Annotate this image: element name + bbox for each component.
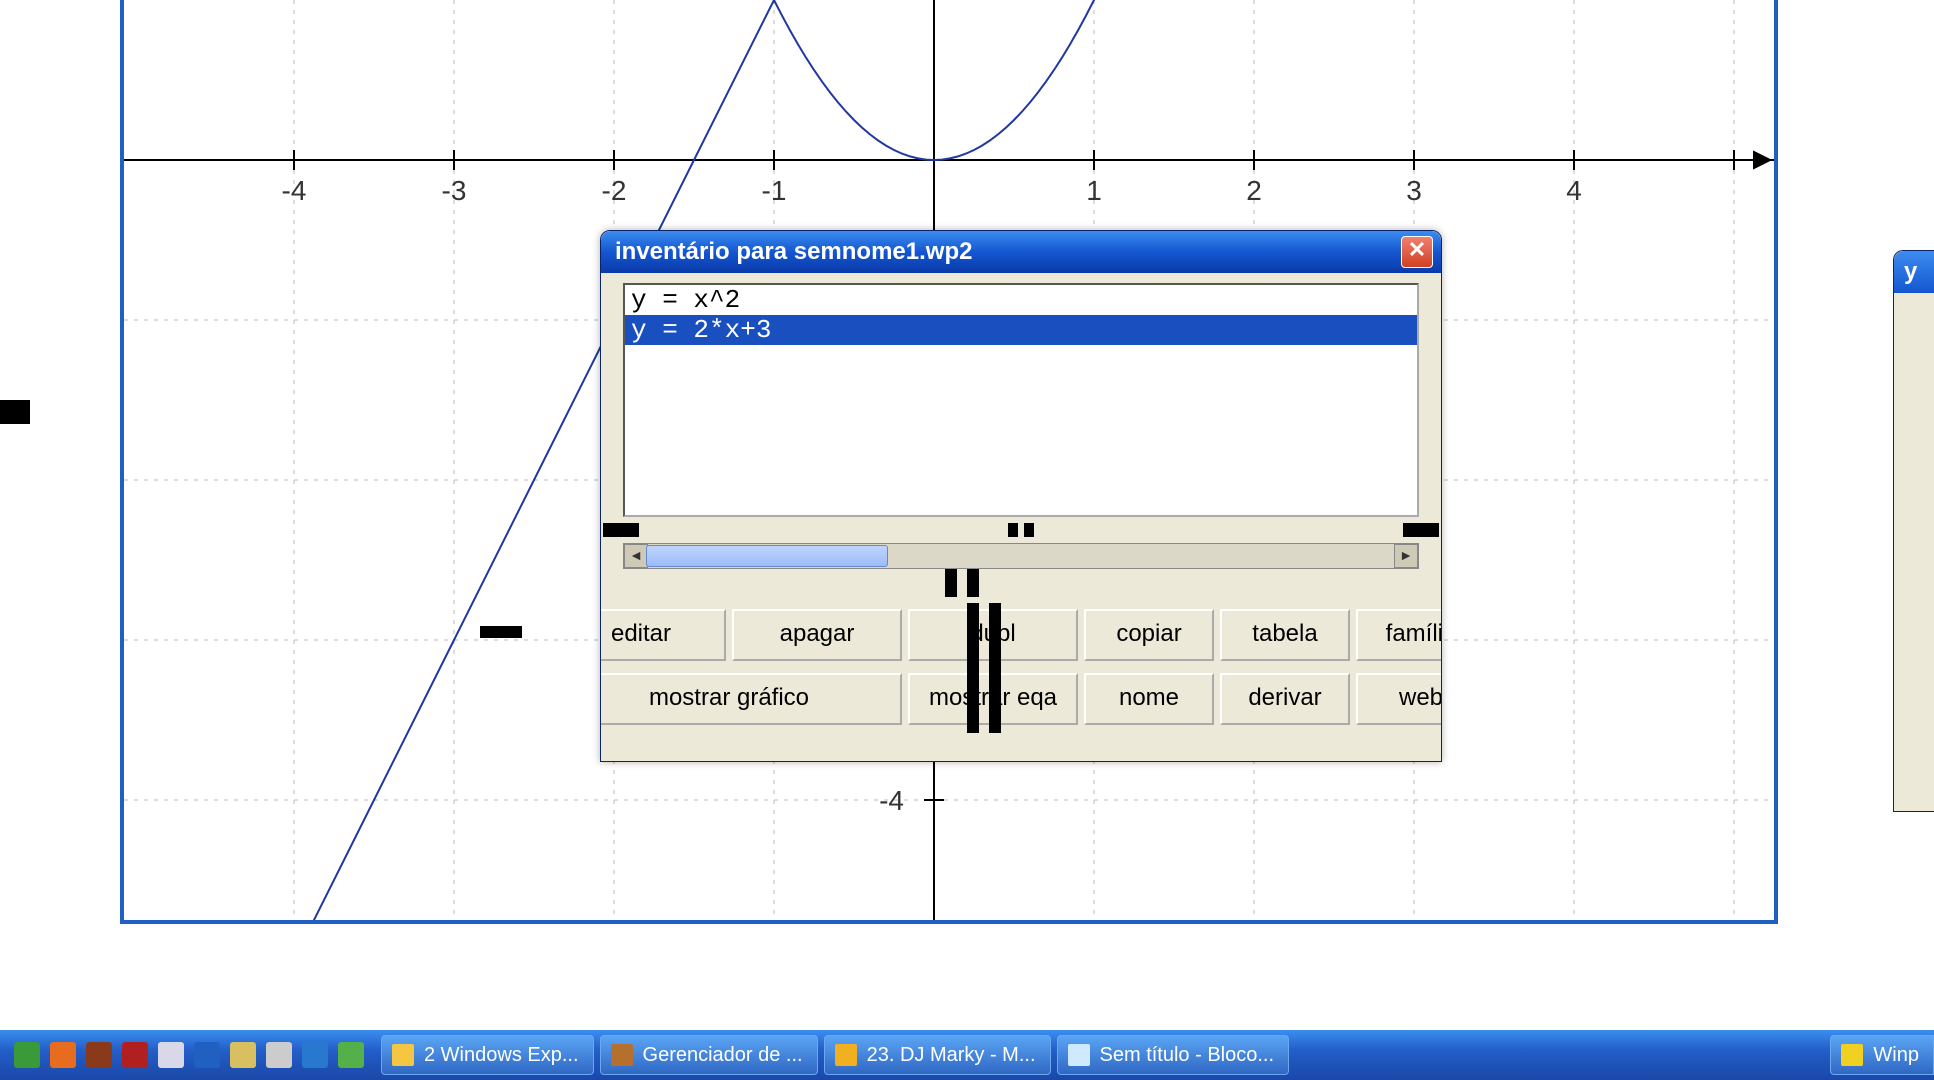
close-button[interactable]: ✕ (1401, 236, 1433, 268)
equation-list[interactable]: y = x^2 y = 2*x+3 (623, 283, 1419, 517)
web-button[interactable]: web (1356, 673, 1442, 725)
task-label: 23. DJ Marky - M... (867, 1044, 1036, 1067)
task-label: Winp (1873, 1044, 1919, 1067)
task-label: Sem título - Bloco... (1100, 1044, 1275, 1067)
list-item[interactable]: y = 2*x+3 (625, 315, 1417, 345)
volume-icon (611, 1044, 633, 1066)
taskbar-button[interactable]: 23. DJ Marky - M... (824, 1035, 1051, 1075)
list-horiz-scrollbar[interactable]: ◄ ► (623, 543, 1419, 569)
tabela-button[interactable]: tabela (1220, 609, 1350, 661)
ql-icon[interactable] (50, 1042, 76, 1068)
nome-button[interactable]: nome (1084, 673, 1214, 725)
ql-icon[interactable] (302, 1042, 328, 1068)
dialog-title: inventário para semnome1.wp2 (615, 238, 1401, 266)
svg-text:-4: -4 (879, 785, 904, 816)
svg-text:3: 3 (1406, 175, 1422, 206)
taskbar: 2 Windows Exp... Gerenciador de ... 23. … (0, 1030, 1934, 1080)
familia-button[interactable]: família (1356, 609, 1442, 661)
ql-icon[interactable] (338, 1042, 364, 1068)
ql-icon[interactable] (14, 1042, 40, 1068)
margin-mark (0, 400, 30, 424)
svg-text:1: 1 (1086, 175, 1102, 206)
task-label: 2 Windows Exp... (424, 1044, 579, 1067)
ql-icon[interactable] (230, 1042, 256, 1068)
quick-launch (0, 1030, 378, 1080)
list-item[interactable]: y = x^2 (625, 285, 1417, 315)
notepad-icon (1068, 1044, 1090, 1066)
taskbar-button[interactable]: Gerenciador de ... (600, 1035, 818, 1075)
taskbar-button[interactable]: Sem título - Bloco... (1057, 1035, 1290, 1075)
editar-button[interactable]: editar (600, 609, 726, 661)
stray-mark (480, 626, 522, 638)
mostrar-grafico-button[interactable]: mostrar gráfico (600, 673, 902, 725)
svg-text:2: 2 (1246, 175, 1262, 206)
winamp-icon (835, 1044, 857, 1066)
close-icon: ✕ (1408, 237, 1426, 262)
divider-decor (601, 521, 1441, 539)
svg-text:-2: -2 (602, 175, 627, 206)
right-side-panel: y (1893, 250, 1934, 812)
ql-icon[interactable] (158, 1042, 184, 1068)
svg-text:4: 4 (1566, 175, 1582, 206)
scroll-left-button[interactable]: ◄ (624, 544, 648, 568)
taskbar-button[interactable]: 2 Windows Exp... (381, 1035, 594, 1075)
ql-icon[interactable] (194, 1042, 220, 1068)
ql-icon[interactable] (266, 1042, 292, 1068)
winplot-icon (1841, 1044, 1863, 1066)
taskbar-button[interactable]: Winp (1830, 1035, 1934, 1075)
right-panel-title: y (1894, 251, 1934, 293)
dialog-titlebar[interactable]: inventário para semnome1.wp2 ✕ (601, 231, 1441, 273)
svg-text:-3: -3 (442, 175, 467, 206)
copiar-button[interactable]: copiar (1084, 609, 1214, 661)
folder-icon (392, 1044, 414, 1066)
svg-text:-4: -4 (282, 175, 307, 206)
ql-icon[interactable] (122, 1042, 148, 1068)
ql-icon[interactable] (86, 1042, 112, 1068)
scroll-thumb[interactable] (646, 545, 888, 567)
inventory-dialog: inventário para semnome1.wp2 ✕ y = x^2 y… (600, 230, 1442, 762)
dialog-button-grid: editar apagar dupl copiar tabela família… (623, 609, 1419, 725)
scroll-right-button[interactable]: ► (1394, 544, 1418, 568)
derivar-button[interactable]: derivar (1220, 673, 1350, 725)
divider-decor2 (601, 569, 1441, 597)
apagar-button[interactable]: apagar (732, 609, 902, 661)
task-label: Gerenciador de ... (643, 1044, 803, 1067)
svg-text:-1: -1 (762, 175, 787, 206)
